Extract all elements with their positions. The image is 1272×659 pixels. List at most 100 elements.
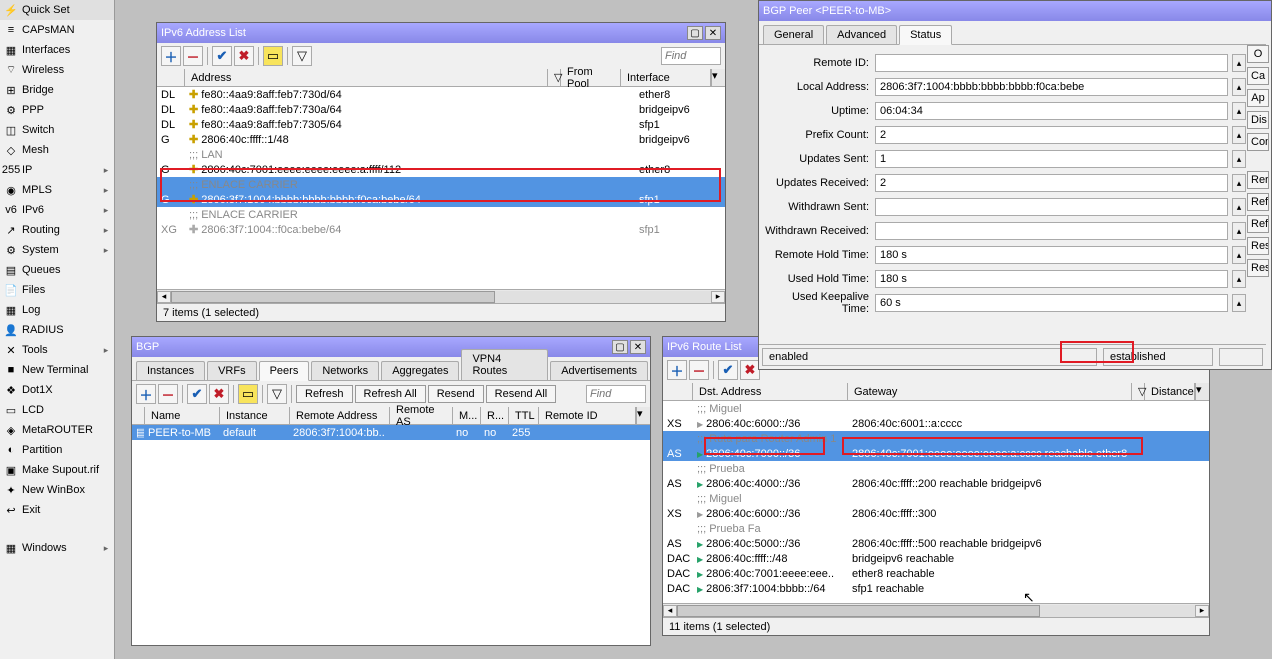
resend-button[interactable]: Resend xyxy=(428,385,484,403)
sidebar-item-ip[interactable]: 255IP▸ xyxy=(0,160,114,180)
sidebar-item-partition[interactable]: ◐Partition xyxy=(0,440,114,460)
sidebar-item-system[interactable]: ⚙System▸ xyxy=(0,240,114,260)
sidebar-item-tools[interactable]: ✕Tools▸ xyxy=(0,340,114,360)
scroll-left[interactable]: ◂ xyxy=(157,291,171,303)
address-row[interactable]: G✚ 2806:40c:7001:eeee:eeee:eeee:a:ffff/1… xyxy=(157,162,725,177)
sidebar-item-make-supout.rif[interactable]: ▣Make Supout.rif xyxy=(0,460,114,480)
comment-button[interactable]: ▭ xyxy=(238,384,258,404)
peer-row[interactable]: ▤ PEER-to-MB default 2806:3f7:1004:bb.. … xyxy=(132,425,650,440)
sidebar-item-ppp[interactable]: ⚙PPP xyxy=(0,100,114,120)
address-row[interactable]: DL✚ fe80::4aa9:8aff:feb7:730d/64ether8 xyxy=(157,87,725,102)
route-row[interactable]: DAC2806:40c:ffff::/48bridgeipv6 reachabl… xyxy=(663,551,1209,566)
disable-button[interactable]: Dis xyxy=(1247,111,1269,129)
sidebar-item-queues[interactable]: ▤Queues xyxy=(0,260,114,280)
route-row[interactable]: XS2806:40c:6000::/362806:40c:6001::a:ccc… xyxy=(663,416,1209,431)
refresh-button[interactable]: Refresh xyxy=(296,385,353,403)
address-row[interactable]: ;;; ENLACE CARRIER xyxy=(157,207,725,222)
close-button[interactable]: ✕ xyxy=(705,26,721,40)
remove-button[interactable]: － xyxy=(183,46,203,66)
route-row[interactable]: AS2806:40c:5000::/362806:40c:ffff::500 r… xyxy=(663,536,1209,551)
field-value[interactable]: 2 xyxy=(875,126,1228,144)
sidebar-item-windows[interactable]: ▦Windows▸ xyxy=(0,538,114,558)
route-row[interactable]: AS2806:40c:4000::/362806:40c:ffff::200 r… xyxy=(663,476,1209,491)
sidebar-item-files[interactable]: 📄Files xyxy=(0,280,114,300)
dropdown-icon[interactable]: ▴ xyxy=(1232,102,1246,120)
ok-button[interactable]: O xyxy=(1247,45,1269,63)
sidebar-item-mpls[interactable]: ◉MPLS▸ xyxy=(0,180,114,200)
dropdown-icon[interactable]: ▴ xyxy=(1232,174,1246,192)
dropdown-icon[interactable]: ▴ xyxy=(1232,78,1246,96)
apply-button[interactable]: Ap xyxy=(1247,89,1269,107)
field-value[interactable]: 180 s xyxy=(875,246,1228,264)
route-row[interactable]: DAC2806:3f7:1004:bbbb::/64sfp1 reachable xyxy=(663,581,1209,596)
dropdown-icon[interactable]: ▴ xyxy=(1232,54,1246,72)
dropdown-icon[interactable]: ▴ xyxy=(1232,150,1246,168)
sidebar-item-capsman[interactable]: ≡CAPsMAN xyxy=(0,20,114,40)
filter-button[interactable]: ▽ xyxy=(267,384,287,404)
add-button[interactable]: ＋ xyxy=(161,46,181,66)
scroll-right[interactable]: ▸ xyxy=(711,291,725,303)
address-row[interactable]: DL✚ fe80::4aa9:8aff:feb7:730a/64bridgeip… xyxy=(157,102,725,117)
tab-instances[interactable]: Instances xyxy=(136,361,205,380)
dropdown-icon[interactable]: ▴ xyxy=(1232,126,1246,144)
dropdown-icon[interactable]: ▴ xyxy=(1232,222,1246,240)
field-value[interactable]: 1 xyxy=(875,150,1228,168)
refresh-button[interactable]: Ref xyxy=(1247,193,1269,211)
address-row[interactable]: DL✚ fe80::4aa9:8aff:feb7:7305/64sfp1 xyxy=(157,117,725,132)
titlebar[interactable]: IPv6 Address List ▢ ✕ xyxy=(157,23,725,43)
route-row[interactable]: AS2806:40c:7000::/362806:40c:7001:eeee:e… xyxy=(663,446,1209,461)
tab-advertisements[interactable]: Advertisements xyxy=(550,361,648,380)
dropdown-icon[interactable]: ▴ xyxy=(1232,198,1246,216)
remove-button[interactable]: － xyxy=(158,384,178,404)
tab-advanced[interactable]: Advanced xyxy=(826,25,897,44)
scroll-right[interactable]: ▸ xyxy=(1195,605,1209,617)
sidebar-item-log[interactable]: ▦Log xyxy=(0,300,114,320)
disable-button[interactable]: ✖ xyxy=(234,46,254,66)
sidebar-item-quick-set[interactable]: ⚡Quick Set xyxy=(0,0,114,20)
address-row[interactable]: ;;; ENLACE CARRIER xyxy=(157,177,725,192)
minimize-button[interactable]: ▢ xyxy=(612,340,628,354)
sidebar-item-ipv6[interactable]: v6IPv6▸ xyxy=(0,200,114,220)
refresh-all-button[interactable]: Refre xyxy=(1247,215,1269,233)
dropdown-icon[interactable]: ▴ xyxy=(1232,246,1246,264)
route-row[interactable]: XS2806:40c:6000::/362806:40c:ffff::300 xyxy=(663,506,1209,521)
comment-button[interactable]: ▭ xyxy=(263,46,283,66)
tab-general[interactable]: General xyxy=(763,25,824,44)
field-value[interactable]: 06:04:34 xyxy=(875,102,1228,120)
route-row[interactable]: ;;; Prueba xyxy=(663,461,1209,476)
field-value[interactable]: 2 xyxy=(875,174,1228,192)
resend-all-button[interactable]: Rese xyxy=(1247,259,1269,277)
route-row[interactable]: ;;; Miguel xyxy=(663,401,1209,416)
remove-button[interactable]: Rer xyxy=(1247,171,1269,189)
add-button[interactable]: ＋ xyxy=(667,360,687,380)
sidebar-item-interfaces[interactable]: ▦Interfaces xyxy=(0,40,114,60)
cancel-button[interactable]: Ca xyxy=(1247,67,1269,85)
sidebar-item-new-terminal[interactable]: ■New Terminal xyxy=(0,360,114,380)
sidebar-item-bridge[interactable]: ⊞Bridge xyxy=(0,80,114,100)
tab-networks[interactable]: Networks xyxy=(311,361,379,380)
sidebar-item-dot1x[interactable]: ❖Dot1X xyxy=(0,380,114,400)
enable-button[interactable]: ✔ xyxy=(187,384,207,404)
dropdown-icon[interactable]: ▴ xyxy=(1232,294,1246,312)
route-row[interactable]: DAC2806:40c:7001:eeee:eee..ether8 reacha… xyxy=(663,566,1209,581)
sidebar-item-new-winbox[interactable]: ✦New WinBox xyxy=(0,480,114,500)
tab-status[interactable]: Status xyxy=(899,25,952,45)
route-row[interactable]: ;;; Ruta para Router Admin 1 xyxy=(663,431,1209,446)
tab-vrfs[interactable]: VRFs xyxy=(207,361,257,380)
field-value[interactable]: 180 s xyxy=(875,270,1228,288)
sidebar-item-routing[interactable]: ↗Routing▸ xyxy=(0,220,114,240)
sidebar-item-lcd[interactable]: ▭LCD xyxy=(0,400,114,420)
address-grid[interactable]: DL✚ fe80::4aa9:8aff:feb7:730d/64ether8DL… xyxy=(157,87,725,289)
sidebar-item-switch[interactable]: ◫Switch xyxy=(0,120,114,140)
titlebar[interactable]: BGP Peer <PEER-to-MB> xyxy=(759,1,1271,21)
titlebar[interactable]: BGP ▢ ✕ xyxy=(132,337,650,357)
address-row[interactable]: G✚ 2806:40c:ffff::1/48bridgeipv6 xyxy=(157,132,725,147)
refresh-all-button[interactable]: Refresh All xyxy=(355,385,426,403)
address-row[interactable]: G✚ 2806:3f7:1004:bbbb:bbbb:bbbb:f0ca:beb… xyxy=(157,192,725,207)
field-value[interactable] xyxy=(875,198,1228,216)
field-value[interactable]: 60 s xyxy=(875,294,1228,312)
enable-button[interactable]: ✔ xyxy=(212,46,232,66)
enable-button[interactable]: ✔ xyxy=(718,360,738,380)
sidebar-item-radius[interactable]: 👤RADIUS xyxy=(0,320,114,340)
resend-all-button[interactable]: Resend All xyxy=(486,385,557,403)
